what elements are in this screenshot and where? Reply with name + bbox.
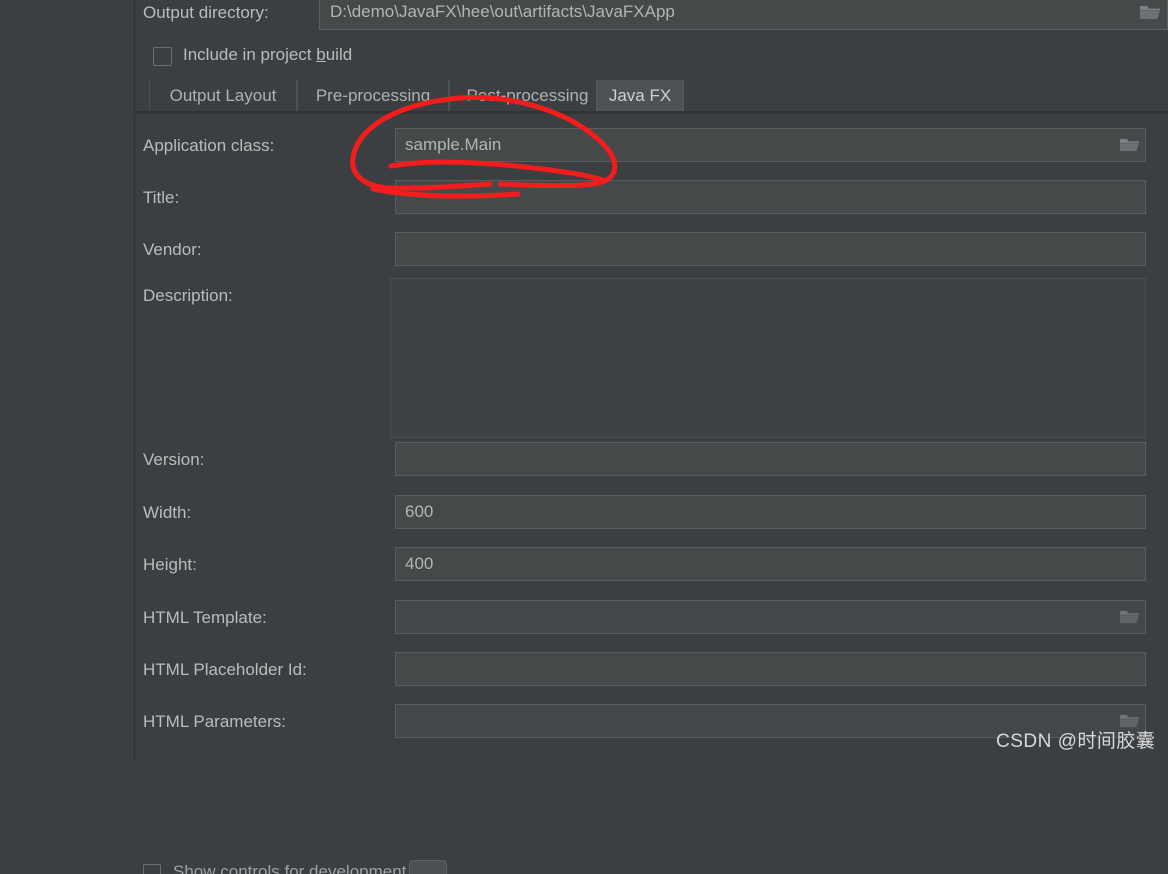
show-controls-label: Show controls for development: [173, 862, 407, 874]
include-label-mnemonic: b: [316, 45, 326, 64]
html-parameters-label: HTML Parameters:: [143, 712, 286, 731]
tab-post-processing[interactable]: Post-processing: [449, 80, 606, 111]
description-textarea[interactable]: [390, 278, 1146, 438]
height-value: 400: [405, 554, 434, 573]
folder-icon-glyph: [1119, 138, 1139, 152]
include-label-suffix: uild: [325, 45, 353, 64]
folder-icon[interactable]: [1115, 603, 1143, 631]
include-in-project-build-checkbox[interactable]: [153, 47, 172, 66]
tab-output-layout[interactable]: Output Layout: [149, 80, 297, 111]
folder-icon-glyph: [1140, 5, 1160, 19]
version-label: Version:: [143, 450, 205, 469]
application-class-label: Application class:: [143, 136, 275, 155]
application-class-value: sample.Main: [405, 135, 502, 154]
description-label: Description:: [143, 286, 233, 305]
title-label: Title:: [143, 188, 180, 207]
row-html-placeholder-id: HTML Placeholder Id:: [135, 652, 1168, 692]
left-panel-gutter: [0, 0, 134, 760]
csdn-watermark: CSDN @时间胶囊: [996, 731, 1156, 752]
include-in-project-build-label: Include in project build: [183, 45, 352, 65]
row-width: Width: 600: [135, 495, 1168, 535]
width-label: Width:: [143, 503, 192, 522]
show-controls-checkbox[interactable]: [143, 864, 161, 874]
width-value: 600: [405, 502, 434, 521]
folder-icon[interactable]: [1135, 0, 1165, 27]
artifact-tabs: Output Layout Pre-processing Post-proces…: [135, 80, 1168, 112]
version-input[interactable]: [395, 442, 1146, 476]
vendor-label: Vendor:: [143, 240, 202, 259]
width-input[interactable]: 600: [395, 495, 1146, 529]
output-directory-input[interactable]: D:\demo\JavaFX\hee\out\artifacts\JavaFXA…: [319, 0, 1168, 30]
artifact-detail-panel: Output directory: D:\demo\JavaFX\hee\out…: [135, 0, 1168, 874]
include-label-prefix: Include in project: [183, 45, 317, 64]
row-description: Description:: [135, 278, 1168, 448]
javafx-settings-form: Application class: sample.Main Title: Ve…: [135, 114, 1168, 874]
height-label: Height:: [143, 555, 197, 574]
html-placeholder-id-input[interactable]: [395, 652, 1146, 686]
tab-java-fx[interactable]: Java FX: [596, 80, 684, 111]
html-placeholder-id-label: HTML Placeholder Id:: [143, 660, 307, 679]
row-vendor: Vendor:: [135, 232, 1168, 272]
html-template-input[interactable]: [395, 600, 1146, 634]
output-directory-row: Output directory: D:\demo\JavaFX\hee\out…: [135, 0, 1168, 34]
row-version: Version:: [135, 442, 1168, 482]
output-directory-label: Output directory:: [143, 3, 269, 22]
vendor-input[interactable]: [395, 232, 1146, 266]
html-template-label: HTML Template:: [143, 608, 267, 627]
row-height: Height: 400: [135, 547, 1168, 587]
row-application-class: Application class: sample.Main: [135, 128, 1168, 168]
tab-pre-processing[interactable]: Pre-processing: [297, 80, 449, 111]
row-html-template: HTML Template:: [135, 600, 1168, 640]
title-input[interactable]: [395, 180, 1146, 214]
row-show-controls-for-development: Show controls for development: [135, 858, 1168, 874]
row-title: Title:: [135, 180, 1168, 220]
folder-icon-glyph: [1119, 610, 1139, 624]
output-directory-value: D:\demo\JavaFX\hee\out\artifacts\JavaFXA…: [330, 2, 675, 21]
artifacts-javafx-settings-screen: Output directory: D:\demo\JavaFX\hee\out…: [0, 0, 1168, 874]
folder-icon[interactable]: [1115, 131, 1143, 159]
show-controls-extra-button[interactable]: [409, 860, 447, 874]
application-class-input[interactable]: sample.Main: [395, 128, 1146, 162]
height-input[interactable]: 400: [395, 547, 1146, 581]
